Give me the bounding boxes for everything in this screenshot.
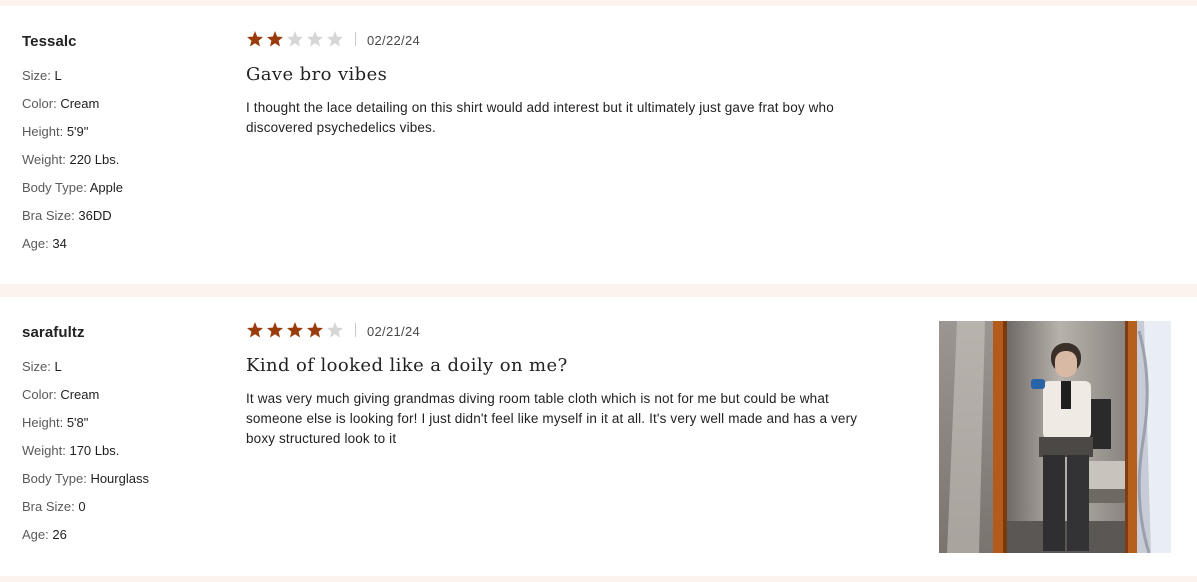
review-body: It was very much giving grandmas diving …	[246, 391, 858, 446]
reviewer-size: Size: L	[22, 359, 62, 374]
review-title: Gave bro vibes	[246, 64, 388, 85]
rating-divider	[355, 323, 356, 337]
review-date: 02/21/24	[367, 324, 421, 339]
reviewer-height: Height: 5'9"	[22, 124, 89, 139]
reviewer-height: Height: 5'8"	[22, 415, 89, 430]
review-date: 02/22/24	[367, 33, 421, 48]
reviewer-age: Age: 26	[22, 527, 67, 542]
star-filled-icon	[266, 30, 286, 48]
reviewer-name: sarafultz	[22, 324, 85, 341]
star-filled-icon	[266, 321, 286, 339]
mirror-selfie-photo	[939, 321, 1171, 553]
reviewer-weight: Weight: 170 Lbs.	[22, 443, 120, 458]
reviewer-age: Age: 34	[22, 236, 67, 251]
reviewer-weight: Weight: 220 Lbs.	[22, 152, 120, 167]
reviewer-bra-size: Bra Size: 0	[22, 499, 86, 514]
star-filled-icon	[286, 321, 306, 339]
reviewer-body-type: Body Type: Hourglass	[22, 471, 149, 486]
review-title: Kind of looked like a doily on me?	[246, 355, 568, 376]
reviewer-size: Size: L	[22, 68, 62, 83]
star-rating	[246, 321, 346, 339]
review-card: sarafultz Size: L Color: Cream Height: 5…	[0, 297, 1197, 576]
star-empty-icon	[306, 30, 326, 48]
star-filled-icon	[246, 321, 266, 339]
star-filled-icon	[306, 321, 326, 339]
star-empty-icon	[326, 30, 346, 48]
reviewer-body-type: Body Type: Apple	[22, 180, 123, 195]
reviewer-bra-size: Bra Size: 36DD	[22, 208, 112, 223]
review-photo[interactable]	[939, 321, 1171, 553]
reviewer-name: Tessalc	[22, 33, 77, 50]
star-empty-icon	[286, 30, 306, 48]
star-filled-icon	[246, 30, 266, 48]
review-card: Tessalc Size: L Color: Cream Height: 5'9…	[0, 6, 1197, 284]
star-empty-icon	[326, 321, 346, 339]
reviewer-color: Color: Cream	[22, 387, 100, 402]
star-rating	[246, 30, 346, 48]
rating-divider	[355, 32, 356, 46]
reviewer-color: Color: Cream	[22, 96, 100, 111]
review-body: I thought the lace detailing on this shi…	[246, 100, 834, 135]
